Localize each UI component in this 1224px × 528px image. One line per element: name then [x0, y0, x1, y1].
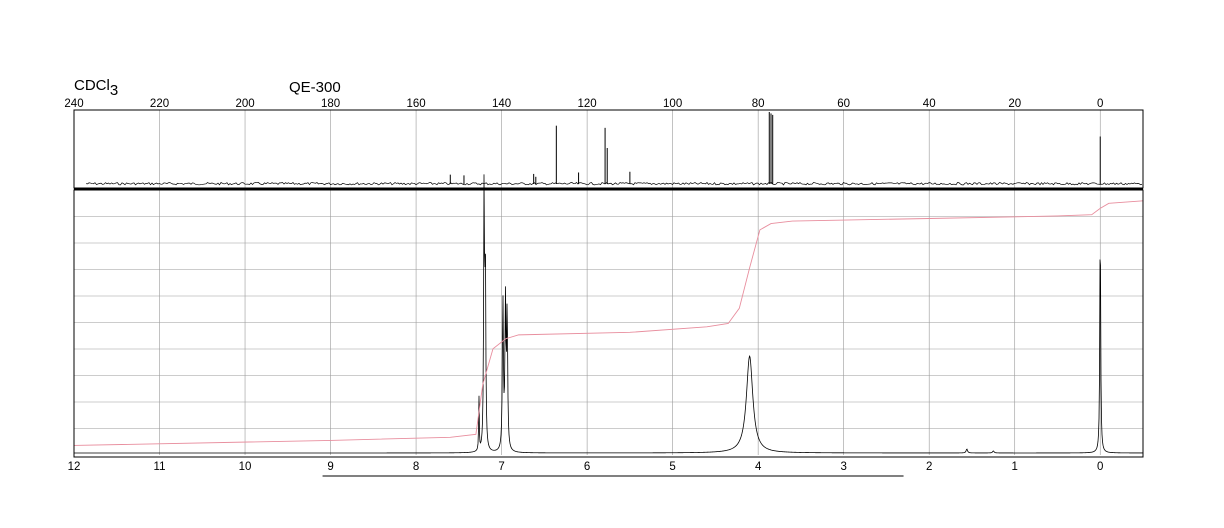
c13-tick-label: 200	[235, 98, 254, 110]
chart-frames	[73, 109, 1144, 477]
h1-tick-label: 6	[584, 461, 590, 473]
h1-axis: 12 11 10 9 8 7 6 5 4 3 2 1 0	[68, 461, 1104, 473]
c13-tick-label: 140	[492, 98, 511, 110]
h1-tick-label: 0	[1097, 461, 1103, 473]
h1-frame	[73, 189, 1144, 458]
h1-peaks	[73, 174, 1144, 454]
c13-peaks	[85, 112, 1143, 186]
h1-tick-label: 7	[498, 461, 504, 473]
h1-tick-label: 12	[68, 461, 81, 473]
c13-axis: 240 220 200 180 160 140 120 100 80 60 40 20 0	[64, 98, 1103, 110]
h1-tick-label: 1	[1012, 461, 1018, 473]
c13-tick-label: 180	[321, 98, 340, 110]
c13-tick-label: 160	[406, 98, 425, 110]
c13-tick-label: 20	[1008, 98, 1021, 110]
h1-tick-label: 9	[327, 461, 333, 473]
h1-tick-label: 3	[840, 461, 846, 473]
h1-tick-label: 10	[239, 461, 252, 473]
c13-tick-label: 80	[752, 98, 765, 110]
h1-spectrum-line	[74, 174, 1143, 454]
c13-baseline	[85, 182, 1143, 186]
c13-tick-label: 0	[1097, 98, 1103, 110]
h1-tick-label: 11	[154, 461, 166, 473]
c13-tick-label: 40	[923, 98, 936, 110]
h1-tick-label: 5	[669, 461, 675, 473]
c13-tick-label: 60	[837, 98, 850, 110]
c13-frame	[73, 109, 1144, 189]
c13-grid	[73, 110, 1101, 188]
c13-tick-label: 220	[150, 98, 169, 110]
c13-tick-label: 120	[578, 98, 597, 110]
h1-tick-label: 8	[413, 461, 419, 473]
h1-tick-label: 4	[755, 461, 762, 473]
c13-tick-label: 240	[64, 98, 83, 110]
c13-tick-label: 100	[663, 98, 682, 110]
nmr-spectra-chart: 240 220 200 180 160 140 120 100 80 60 40 20 0 12 11 10…	[64, 98, 1144, 477]
h1-integral-curve	[73, 200, 1144, 446]
h1-tick-label: 2	[926, 461, 932, 473]
h1-grid	[73, 190, 1143, 455]
